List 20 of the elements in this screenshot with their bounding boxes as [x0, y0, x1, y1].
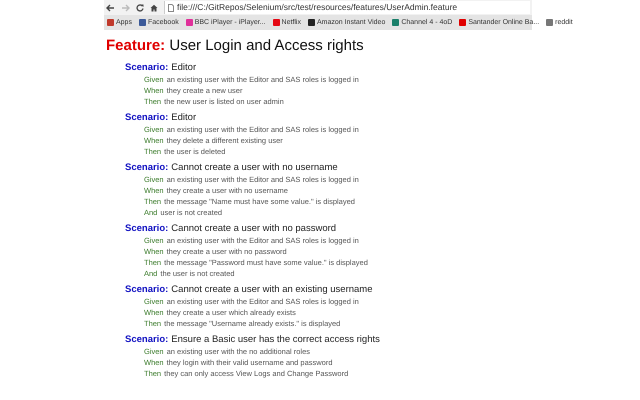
back-icon[interactable] — [106, 4, 115, 12]
scenario-title: Cannot create a user with no username — [171, 162, 338, 173]
scenario-title: Cannot create a user with no password — [171, 223, 336, 234]
scenario-title: Editor — [171, 62, 196, 73]
scenario-keyword: Scenario: — [125, 223, 168, 234]
feature-title: User Login and Access rights — [169, 37, 364, 54]
scenario-keyword: Scenario: — [125, 162, 168, 173]
home-icon[interactable] — [150, 4, 158, 12]
url-text: file:///C:/GitRepos/Selenium/src/test/resources/features/UserAdmin.feature — [177, 3, 458, 12]
scenario-keyword: Scenario: — [125, 334, 168, 345]
scenario-keyword: Scenario: — [125, 284, 168, 295]
scenario-title: Editor — [171, 112, 196, 123]
scenario-title: Ensure a Basic user has the correct access rights — [171, 334, 380, 345]
address-bar[interactable]: file:///C:/GitRepos/Selenium/src/test/resources/features/UserAdmin.feature — [164, 1, 530, 14]
page-icon — [168, 4, 174, 12]
scenario-keyword: Scenario: — [125, 112, 168, 123]
scenario-keyword: Scenario: — [125, 62, 168, 73]
feature-keyword: Feature: — [106, 37, 166, 54]
scenario-title: Cannot create a user with an existing username — [171, 284, 372, 295]
reload-icon[interactable] — [136, 4, 144, 12]
